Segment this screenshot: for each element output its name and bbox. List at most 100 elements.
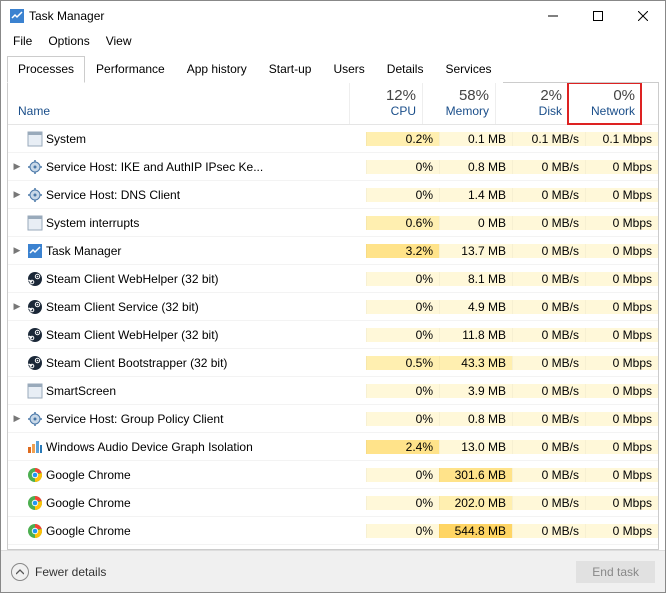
fewer-details-button[interactable]: Fewer details [11,563,106,581]
memory-value: 0.8 MB [439,412,512,426]
network-value: 0 Mbps [585,160,658,174]
process-row[interactable]: Steam Client WebHelper (32 bit)0%11.8 MB… [8,321,658,349]
network-value: 0 Mbps [585,524,658,538]
memory-value: 301.6 MB [439,468,512,482]
memory-value: 11.8 MB [439,328,512,342]
gear-icon [26,159,44,175]
memory-value: 43.3 MB [439,356,512,370]
disk-value: 0 MB/s [512,496,585,510]
network-value: 0 Mbps [585,356,658,370]
steam-icon [26,327,44,343]
tab-app-history[interactable]: App history [176,56,258,83]
maximize-button[interactable] [575,2,620,31]
cpu-value: 0.5% [366,356,439,370]
disk-value: 0 MB/s [512,412,585,426]
column-disk[interactable]: 2% Disk [495,83,568,124]
end-task-button[interactable]: End task [576,561,655,583]
column-memory[interactable]: 58% Memory [422,83,495,124]
process-name: Task Manager [44,244,366,258]
process-row[interactable]: ▶Steam Client Service (32 bit)0%4.9 MB0 … [8,293,658,321]
process-name: Steam Client Bootstrapper (32 bit) [44,356,366,370]
process-row[interactable]: Google Chrome0%544.8 MB0 MB/s0 Mbps [8,517,658,545]
process-row[interactable]: Steam Client Bootstrapper (32 bit)0.5%43… [8,349,658,377]
tab-users[interactable]: Users [322,56,375,83]
process-name: System interrupts [44,216,366,230]
memory-value: 13.0 MB [439,440,512,454]
menu-file[interactable]: File [5,32,40,50]
disk-value: 0 MB/s [512,300,585,314]
memory-value: 0 MB [439,216,512,230]
menu-view[interactable]: View [98,32,140,50]
expand-icon[interactable]: ▶ [8,413,26,424]
cpu-value: 0% [366,160,439,174]
process-name: Google Chrome [44,468,366,482]
window-title: Task Manager [25,7,530,25]
network-value: 0 Mbps [585,300,658,314]
memory-value: 202.0 MB [439,496,512,510]
process-row[interactable]: Windows Audio Device Graph Isolation2.4%… [8,433,658,461]
disk-value: 0 MB/s [512,440,585,454]
disk-value: 0 MB/s [512,328,585,342]
process-row[interactable]: Google Chrome0%202.0 MB0 MB/s0 Mbps [8,489,658,517]
network-value: 0.1 Mbps [585,132,658,146]
disk-value: 0 MB/s [512,356,585,370]
process-name: SmartScreen [44,384,366,398]
tab-details[interactable]: Details [376,56,435,83]
disk-value: 0 MB/s [512,524,585,538]
process-row[interactable]: Steam Client WebHelper (32 bit)0%8.1 MB0… [8,265,658,293]
disk-value: 0 MB/s [512,384,585,398]
steam-icon [26,355,44,371]
close-button[interactable] [620,2,665,31]
process-row[interactable]: ▶Task Manager3.2%13.7 MB0 MB/s0 Mbps [8,237,658,265]
expand-icon[interactable]: ▶ [8,161,26,172]
tab-processes[interactable]: Processes [7,56,85,83]
steam-icon [26,299,44,315]
process-table: Name 12% CPU 58% Memory 2% Disk 0% Netwo… [7,83,659,550]
memory-value: 544.8 MB [439,524,512,538]
titlebar: Task Manager [1,1,665,31]
tab-services[interactable]: Services [434,56,502,83]
network-value: 0 Mbps [585,328,658,342]
cpu-value: 0% [366,328,439,342]
disk-value: 0 MB/s [512,244,585,258]
expand-icon[interactable]: ▶ [8,189,26,200]
network-value: 0 Mbps [585,188,658,202]
tab-performance[interactable]: Performance [85,56,176,83]
network-value: 0 Mbps [585,496,658,510]
tabs: ProcessesPerformanceApp historyStart-upU… [7,55,659,83]
cpu-value: 0% [366,524,439,538]
column-cpu[interactable]: 12% CPU [349,83,422,124]
process-name: Service Host: IKE and AuthIP IPsec Ke... [44,160,366,174]
taskmgr-icon [26,243,44,259]
disk-value: 0 MB/s [512,216,585,230]
process-name: Steam Client Service (32 bit) [44,300,366,314]
minimize-button[interactable] [530,2,575,31]
column-network[interactable]: 0% Network [568,83,641,124]
cpu-value: 0% [366,412,439,426]
system-icon [26,215,44,231]
expand-icon[interactable]: ▶ [8,301,26,312]
process-row[interactable]: ▶ Service Host: Group Policy Client0%0.8 … [8,405,658,433]
window-controls [530,2,665,31]
process-row[interactable]: SmartScreen0%3.9 MB0 MB/s0 Mbps [8,377,658,405]
expand-icon[interactable]: ▶ [8,245,26,256]
cpu-value: 0% [366,188,439,202]
table-header: Name 12% CPU 58% Memory 2% Disk 0% Netwo… [8,83,658,125]
menu-options[interactable]: Options [40,32,97,50]
process-row[interactable]: System0.2%0.1 MB0.1 MB/s0.1 Mbps [8,125,658,153]
process-name: Service Host: Group Policy Client [44,412,366,426]
process-row[interactable]: ▶ Service Host: IKE and AuthIP IPsec Ke..… [8,153,658,181]
memory-value: 3.9 MB [439,384,512,398]
tab-start-up[interactable]: Start-up [258,56,323,83]
chevron-up-icon [11,563,29,581]
cpu-value: 2.4% [366,440,439,454]
process-row[interactable]: ▶Service Host: DNS Client0%1.4 MB0 MB/s0… [8,181,658,209]
process-list[interactable]: System0.2%0.1 MB0.1 MB/s0.1 Mbps▶Service… [8,125,658,549]
menu-bar: FileOptionsView [1,31,665,51]
process-row[interactable]: Google Chrome0%301.6 MB0 MB/s0 Mbps [8,461,658,489]
network-value: 0 Mbps [585,440,658,454]
memory-value: 0.8 MB [439,160,512,174]
column-name[interactable]: Name [8,83,349,124]
process-row[interactable]: System interrupts0.6%0 MB0 MB/s0 Mbps [8,209,658,237]
disk-value: 0 MB/s [512,468,585,482]
